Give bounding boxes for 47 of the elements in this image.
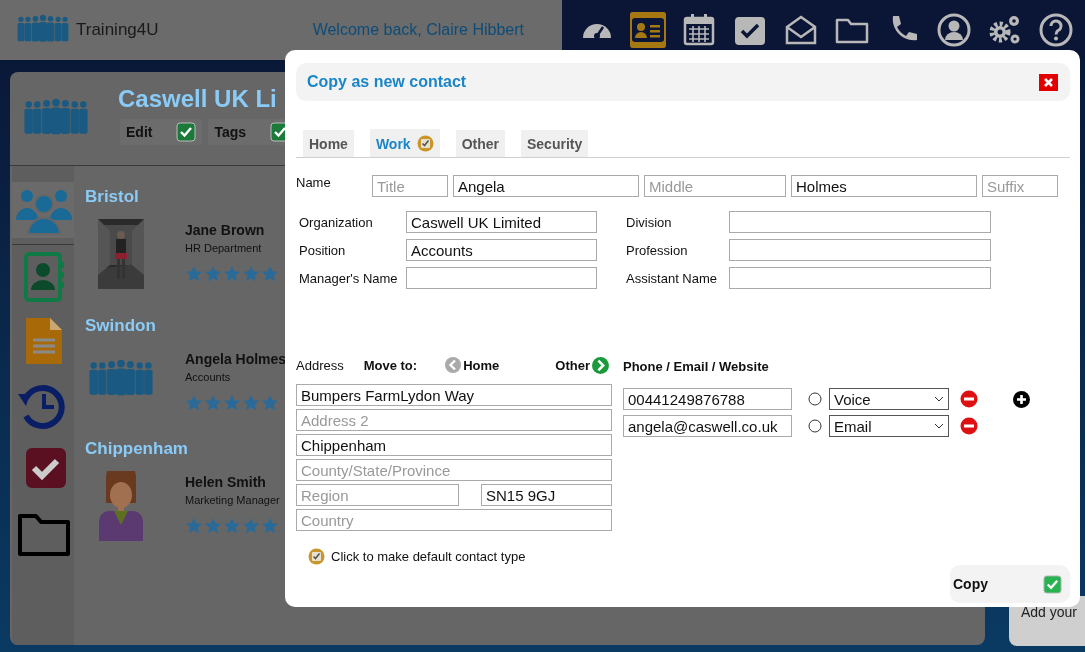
input-field[interactable]: 00441249876788: [623, 388, 792, 410]
field-label: Manager's Name: [299, 270, 399, 286]
contact-department: Marketing Manager: [185, 494, 280, 506]
welcome-message: Welcome back, Claire Hibbert: [312, 21, 524, 39]
type-dropdown[interactable]: Voice: [829, 388, 949, 410]
input-field[interactable]: Holmes: [791, 175, 977, 197]
move-label: Move to:: [363, 357, 418, 373]
tab[interactable]: Security: [521, 130, 589, 157]
input-field[interactable]: angela@caswell.co.uk: [623, 415, 792, 437]
field-label: Organization: [299, 214, 374, 230]
contact-department: Accounts: [185, 371, 232, 383]
input-field[interactable]: Chippenham: [296, 434, 612, 456]
group-heading: Bristol: [85, 187, 140, 207]
company-name: Caswell UK Li: [118, 84, 278, 113]
tab[interactable]: Other: [455, 130, 505, 157]
input-field[interactable]: Caswell UK Limited: [406, 211, 597, 233]
input-field[interactable]: Country: [296, 509, 612, 531]
input-field[interactable]: Region: [296, 484, 459, 506]
logo-text: Training4U: [76, 20, 159, 40]
type-dropdown[interactable]: Email: [829, 415, 949, 437]
input-field[interactable]: County/State/Province: [296, 459, 612, 481]
field-label: Address: [296, 357, 344, 373]
group-heading: Chippenham: [85, 439, 189, 459]
field-label: Position: [299, 242, 347, 258]
toggle-label: Tags: [214, 123, 247, 140]
input-field[interactable]: Accounts: [406, 239, 597, 261]
section-heading: Phone / Email / Website: [623, 359, 770, 374]
input-field[interactable]: Address 2: [296, 409, 612, 431]
copy-button[interactable]: Copy: [950, 565, 1070, 603]
input-field[interactable]: Angela: [453, 175, 639, 197]
input-field[interactable]: Bumpers FarmLydon Way: [296, 384, 612, 406]
input-field[interactable]: Suffix: [982, 175, 1058, 197]
dialog-title: Copy as new contact: [307, 73, 467, 91]
input-field[interactable]: Middle: [644, 175, 786, 197]
checkbox-label: Click to make default contact type: [331, 549, 526, 564]
field-label: Division: [626, 214, 673, 230]
tab[interactable]: Home: [303, 130, 354, 157]
input-field[interactable]: Title: [372, 175, 448, 197]
group-heading: Swindon: [85, 316, 157, 336]
toggle-label: Edit: [126, 123, 153, 140]
field-label: Assistant Name: [626, 270, 719, 286]
move-link[interactable]: Home: [463, 357, 500, 373]
contact-department: HR Department: [185, 242, 263, 254]
field-label: Profession: [626, 242, 689, 258]
input-field[interactable]: SN15 9GJ: [481, 484, 612, 506]
field-label: Name: [296, 175, 332, 190]
move-link[interactable]: Other: [555, 357, 590, 373]
